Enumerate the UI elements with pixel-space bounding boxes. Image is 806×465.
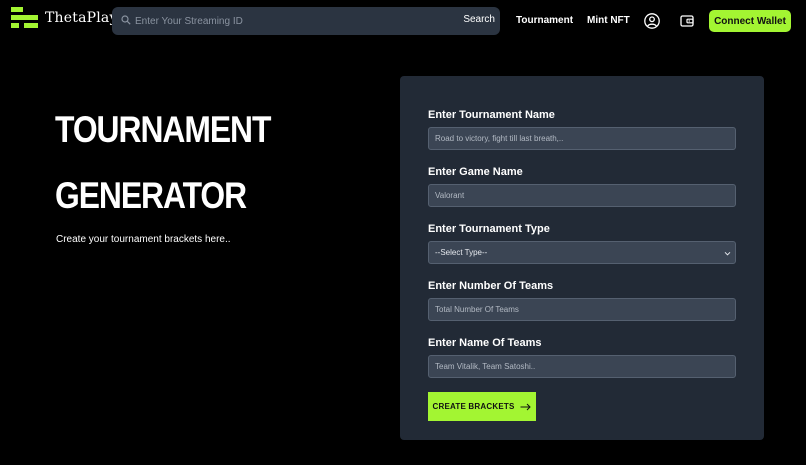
game-name-label: Enter Game Name <box>428 166 523 178</box>
tournament-name-label: Enter Tournament Name <box>428 109 555 121</box>
search-button[interactable]: Search <box>463 14 495 25</box>
create-brackets-label: CREATE BRACKETS <box>432 402 515 411</box>
tournament-type-select[interactable]: --Select Type-- <box>428 241 736 264</box>
tournament-type-label: Enter Tournament Type <box>428 223 550 235</box>
arrow-right-icon <box>520 403 532 410</box>
name-of-teams-input[interactable] <box>428 355 736 378</box>
connect-wallet-button[interactable]: Connect Wallet <box>709 10 791 32</box>
tournament-type-selected-value: --Select Type-- <box>435 248 488 257</box>
search-icon <box>121 15 131 25</box>
wallet-icon[interactable] <box>680 14 694 28</box>
tournament-form-card: Enter Tournament Name Enter Game Name En… <box>400 76 764 440</box>
chevron-down-icon <box>724 251 731 256</box>
hero-title-line-2: GENERATOR <box>55 175 247 216</box>
game-name-input[interactable] <box>428 184 736 207</box>
search-input[interactable] <box>135 11 455 31</box>
tournament-name-input[interactable] <box>428 127 736 150</box>
nav-link-tournament[interactable]: Tournament <box>516 15 573 26</box>
user-icon[interactable] <box>644 13 660 29</box>
nav-link-mint-nft[interactable]: Mint NFT <box>587 15 630 26</box>
top-navbar: ThetaPlay Search Tournament Mint NFT Con… <box>0 0 806 42</box>
search-bar: Search <box>112 7 500 35</box>
thetaplay-logo-icon[interactable] <box>10 7 40 29</box>
number-of-teams-input[interactable] <box>428 298 736 321</box>
hero-title-line-1: TOURNAMENT <box>55 109 271 150</box>
number-of-teams-label: Enter Number Of Teams <box>428 280 554 292</box>
name-of-teams-label: Enter Name Of Teams <box>428 337 542 349</box>
create-brackets-button[interactable]: CREATE BRACKETS <box>428 392 536 421</box>
hero-subtitle: Create your tournament brackets here.. <box>56 234 231 245</box>
brand-name[interactable]: ThetaPlay <box>45 10 118 26</box>
